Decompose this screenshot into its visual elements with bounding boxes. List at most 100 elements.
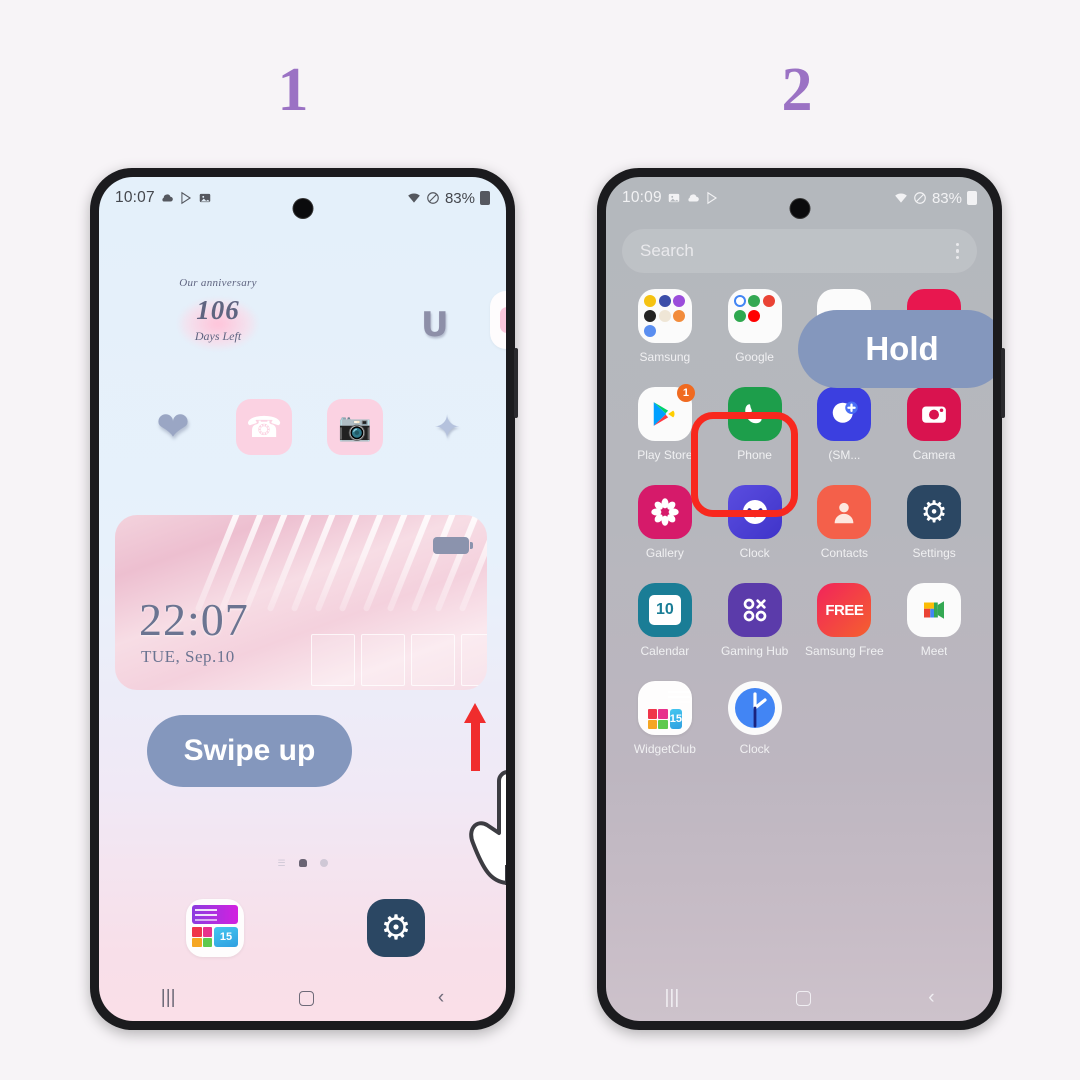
play-store-icon: 1: [637, 384, 695, 441]
app-label: WidgetClub: [633, 742, 696, 756]
app-item-camera[interactable]: Camera: [889, 387, 979, 462]
widgetclub-icon: 15: [637, 681, 692, 735]
messages-icon: [817, 387, 872, 441]
heart-icon[interactable]: ❤: [145, 399, 201, 455]
back-button[interactable]: ‹: [928, 987, 934, 1009]
app-item-gaming-hub[interactable]: Gaming Hub: [710, 583, 800, 658]
play-store-icon: [707, 191, 717, 205]
search-input[interactable]: Search: [622, 229, 977, 273]
widgetclub-grid-icon: [192, 927, 212, 947]
photo-clock-widget[interactable]: 22:07 TUE, Sep.10: [115, 515, 487, 690]
hand-cursor-icon: [457, 757, 506, 887]
app-label: Clock: [739, 546, 770, 560]
app-label: Settings: [912, 546, 956, 560]
phone1-screen: 10:07 83% Our anniversary 106 Days Left …: [99, 177, 506, 1021]
battery-icon: [480, 191, 490, 205]
gallery-icon: [668, 193, 680, 203]
battery-icon: [967, 191, 977, 205]
app-item-messages[interactable]: (SM...: [800, 387, 890, 462]
gaming-hub-icon: [727, 583, 782, 637]
app-label: Gaming Hub: [720, 644, 789, 658]
app-label: Calendar: [640, 644, 690, 658]
meet-icon: [907, 583, 962, 637]
page-dot-home[interactable]: [298, 859, 307, 867]
app-item-contacts[interactable]: Contacts: [800, 485, 890, 560]
camera-icon: [907, 387, 962, 441]
app-label: Meet: [920, 644, 948, 658]
app-label: Samsung: [639, 350, 691, 364]
widgetclub-banner-icon: [192, 905, 238, 924]
phone-app-highlight-box: [691, 412, 798, 517]
app-label: (SM...: [828, 448, 861, 462]
anniversary-count: 106: [196, 295, 240, 325]
samsung-free-icon: FREE: [817, 583, 872, 637]
app-item-google-folder[interactable]: Google: [710, 289, 800, 364]
camera-icon[interactable]: 📷: [327, 399, 383, 455]
play-store-icon: [181, 191, 191, 205]
phone2-navigation-bar: ||| ‹: [606, 975, 993, 1021]
app-label: Clock: [739, 742, 770, 756]
page-dot-2[interactable]: [319, 859, 328, 867]
status-battery-percent: 83%: [931, 189, 962, 207]
app-item-samsung-folder[interactable]: Samsung: [620, 289, 710, 364]
hold-bubble: Hold: [798, 310, 993, 388]
notification-badge: 1: [676, 384, 695, 402]
wifi-icon: [895, 193, 907, 203]
gear-icon: ⚙: [907, 485, 962, 539]
home-icon-row: ❤ ☎ 📷 ✦: [99, 399, 506, 461]
app-label: Google: [735, 350, 774, 364]
home-button[interactable]: [299, 990, 315, 1006]
widget-clock-time: 22:07: [139, 594, 249, 645]
phone1-dock: 15 ⚙: [99, 899, 506, 977]
gear-icon: ⚙: [380, 909, 412, 947]
anniversary-subtitle: Days Left: [194, 329, 242, 343]
calendar-day-number: 10: [655, 601, 674, 618]
recents-button[interactable]: |||: [664, 987, 679, 1009]
phone2-status-bar: 10:09 83%: [606, 177, 993, 219]
home-button[interactable]: [796, 990, 812, 1006]
phone-mockup-step-2: 10:09 83% Search Samsung Google 1 Play S…: [597, 168, 1005, 1030]
phone-icon[interactable]: ☎: [236, 399, 292, 455]
dock-item-settings[interactable]: ⚙: [367, 899, 425, 957]
page-indicator: ☰: [278, 859, 328, 868]
cloud-icon: [688, 194, 699, 202]
gallery-icon: [199, 193, 211, 203]
gallery-icon: [637, 485, 692, 539]
page-dot-widgets-icon[interactable]: ☰: [278, 859, 286, 868]
widgetclub-day-number: 15: [669, 709, 682, 729]
swipe-up-bubble: Swipe up: [147, 715, 352, 787]
status-time: 10:07: [115, 189, 155, 206]
youtube-glyph: [500, 307, 506, 333]
app-item-meet[interactable]: Meet: [889, 583, 979, 658]
more-options-icon[interactable]: [955, 242, 959, 260]
anniversary-widget[interactable]: Our anniversary 106 Days Left: [159, 277, 277, 349]
phone-mockup-step-1: 10:07 83% Our anniversary 106 Days Left …: [90, 168, 518, 1030]
anniversary-title: Our anniversary: [179, 277, 257, 289]
recents-button[interactable]: |||: [161, 987, 176, 1009]
stars-icon[interactable]: ✦: [419, 399, 475, 455]
calendar-icon: 10: [637, 583, 692, 637]
app-label: Gallery: [645, 546, 684, 560]
status-battery-percent: 83%: [444, 189, 475, 207]
contacts-icon: [817, 485, 872, 539]
app-item-calendar[interactable]: 10 Calendar: [620, 583, 710, 658]
step-number-2: 2: [781, 56, 813, 124]
wifi-icon: [408, 193, 420, 203]
widget-battery-icon: [433, 537, 473, 554]
app-label: Contacts: [820, 546, 869, 560]
step-number-1: 1: [277, 56, 309, 124]
widgetclub-grid-icon: [647, 709, 668, 729]
u-shortcut-icon[interactable]: U: [421, 305, 449, 345]
back-button[interactable]: ‹: [438, 987, 444, 1009]
app-label: Samsung Free: [805, 644, 884, 658]
youtube-shortcut-icon[interactable]: [490, 291, 506, 349]
app-item-clock-google[interactable]: Clock: [710, 681, 800, 756]
app-item-samsung-free[interactable]: FREE Samsung Free: [800, 583, 890, 658]
app-item-settings[interactable]: ⚙ Settings: [889, 485, 979, 560]
phone1-status-bar: 10:07 83%: [99, 177, 506, 219]
app-item-widgetclub[interactable]: 15 WidgetClub: [620, 681, 710, 756]
google-folder-icon: [727, 289, 782, 343]
phone2-screen: 10:09 83% Search Samsung Google 1 Play S…: [606, 177, 993, 1021]
dock-item-widgetclub[interactable]: 15: [186, 899, 244, 957]
clock-icon: [727, 681, 782, 735]
